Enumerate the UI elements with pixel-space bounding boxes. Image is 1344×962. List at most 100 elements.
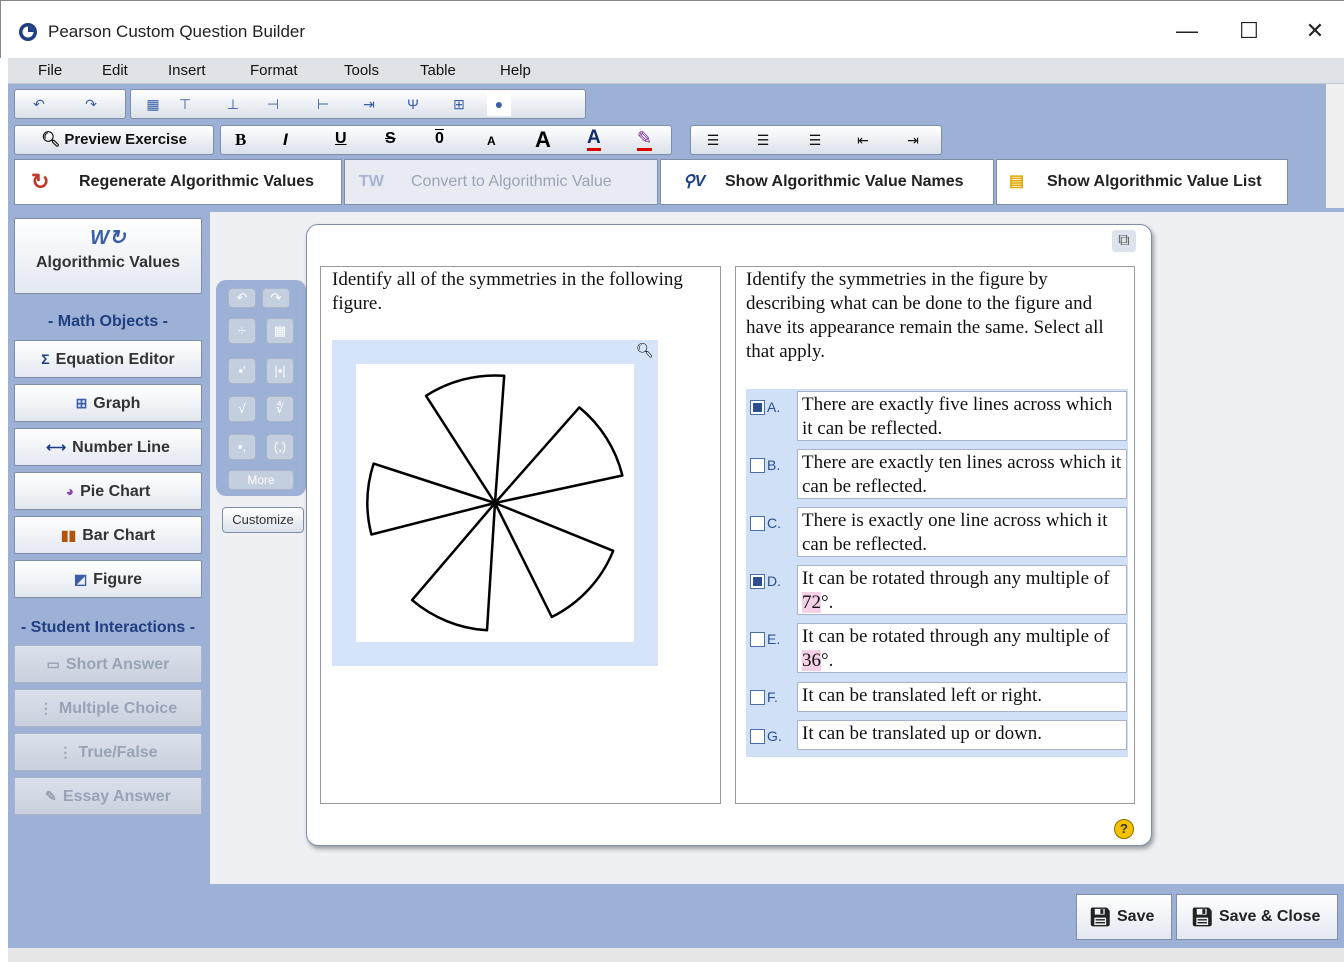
insert-table-icon[interactable]: ▦ xyxy=(141,92,165,116)
zoom-icon[interactable]: 🔍︎ xyxy=(636,342,654,359)
show-algorithmic-value-names-button[interactable]: ⚲V Show Algorithmic Value Names xyxy=(660,159,994,205)
equation-editor-button[interactable]: Σ Equation Editor xyxy=(14,340,202,378)
palette-redo-icon[interactable]: ↷ xyxy=(262,288,290,308)
font-larger-button[interactable]: A xyxy=(535,127,551,153)
table-properties-icon[interactable]: ⊞ xyxy=(447,92,471,116)
indent-icon[interactable]: ⇥ xyxy=(901,128,925,152)
toolbar-scrollbar[interactable] xyxy=(1326,84,1344,208)
choice-a-letter: A. xyxy=(767,399,781,415)
choice-g-text[interactable]: It can be translated up or down. xyxy=(797,720,1127,750)
nth-root-icon[interactable]: ∜ xyxy=(266,396,294,422)
minimize-button[interactable]: — xyxy=(1164,14,1210,48)
pie-chart-icon: ◕ xyxy=(65,483,75,499)
multiple-choice-label: Multiple Choice xyxy=(58,700,178,717)
number-line-button[interactable]: ⟷ Number Line xyxy=(14,428,202,466)
choice-e-checkbox[interactable] xyxy=(750,632,765,647)
menu-tools[interactable]: Tools xyxy=(344,62,379,79)
pie-chart-button[interactable]: ◕ Pie Chart xyxy=(14,472,202,510)
save-button[interactable]: 💾︎ Save xyxy=(1076,894,1172,940)
highlight-button[interactable]: ✎ xyxy=(637,128,653,151)
value-names-icon: ⚲V xyxy=(683,173,706,190)
choice-d-checkbox[interactable] xyxy=(750,574,765,589)
underline-button[interactable]: U xyxy=(335,130,347,148)
customize-button[interactable]: Customize xyxy=(222,507,304,533)
fraction-icon[interactable]: ÷ xyxy=(228,318,256,344)
value-list-icon: ▤ xyxy=(1009,173,1025,190)
absolute-value-icon[interactable]: |▪| xyxy=(266,358,294,384)
redo-icon[interactable]: ↷ xyxy=(79,92,103,116)
bar-chart-button[interactable]: ▮▮ Bar Chart xyxy=(14,516,202,554)
strikethrough-button[interactable]: S xyxy=(385,130,396,148)
algorithmic-values-label: Algorithmic Values xyxy=(35,254,181,271)
status-strip xyxy=(8,948,1344,962)
choice-f-checkbox[interactable] xyxy=(750,690,765,705)
menu-file[interactable]: File xyxy=(38,62,62,79)
convert-to-algorithmic-value-button[interactable]: TW Convert to Algorithmic Value xyxy=(344,159,658,205)
equation-editor-label: Equation Editor xyxy=(55,351,175,368)
square-root-icon[interactable]: √ xyxy=(228,396,256,422)
more-button[interactable]: More xyxy=(228,470,294,490)
close-button[interactable]: ✕ xyxy=(1292,14,1338,48)
insert-row-above-icon[interactable]: ⊤ xyxy=(173,92,197,116)
italic-button[interactable]: I xyxy=(283,130,288,150)
split-cell-icon[interactable]: Ψ xyxy=(401,92,425,116)
short-answer-button[interactable]: ▭ Short Answer xyxy=(14,645,202,683)
undo-icon[interactable]: ↶ xyxy=(27,92,51,116)
algorithmic-values-button[interactable]: W↻ Algorithmic Values xyxy=(14,218,202,294)
choice-c-text[interactable]: There is exactly one line across which i… xyxy=(797,507,1127,557)
ordered-pair-icon[interactable]: (,) xyxy=(266,434,294,460)
choice-b-text[interactable]: There are exactly ten lines across which… xyxy=(797,449,1127,499)
math-palette xyxy=(216,280,306,496)
figure-button[interactable]: ◩ Figure xyxy=(14,560,202,598)
choice-d-text[interactable]: It can be rotated through any multiple o… xyxy=(797,565,1127,615)
outdent-icon[interactable]: ⇤ xyxy=(851,128,875,152)
insert-row-below-icon[interactable]: ⊥ xyxy=(221,92,245,116)
preview-exercise-label: Preview Exercise xyxy=(64,131,187,148)
delete-column-icon[interactable]: ⇥ xyxy=(357,92,381,116)
choice-a-checkbox[interactable] xyxy=(750,400,765,415)
choice-f-text[interactable]: It can be translated left or right. xyxy=(797,682,1127,712)
essay-answer-button[interactable]: ✎ Essay Answer xyxy=(14,777,202,815)
overline-button[interactable]: 0 xyxy=(435,130,444,148)
preview-exercise-button[interactable]: 🔍︎ Preview Exercise xyxy=(14,125,214,155)
mixed-number-icon[interactable]: ▦ xyxy=(266,318,294,344)
align-right-icon[interactable]: ☰ xyxy=(803,128,827,152)
insert-column-left-icon[interactable]: ⊣ xyxy=(261,92,285,116)
font-color-button[interactable]: A xyxy=(587,128,601,151)
short-answer-label: Short Answer xyxy=(65,656,170,673)
graph-button[interactable]: ⊞ Graph xyxy=(14,384,202,422)
expand-icon[interactable]: ⧉ xyxy=(1112,230,1136,252)
insert-column-right-icon[interactable]: ⊢ xyxy=(311,92,335,116)
choice-b-checkbox[interactable] xyxy=(750,458,765,473)
choice-e-algorithmic-value: 36 xyxy=(802,650,821,671)
choice-g-checkbox[interactable] xyxy=(750,729,765,744)
short-answer-icon: ▭ xyxy=(46,656,60,672)
palette-undo-icon[interactable]: ↶ xyxy=(228,288,256,308)
help-icon[interactable]: ? xyxy=(1114,819,1134,839)
menu-format[interactable]: Format xyxy=(250,62,298,79)
menu-table[interactable]: Table xyxy=(420,62,456,79)
choice-e-text[interactable]: It can be rotated through any multiple o… xyxy=(797,623,1127,673)
align-left-icon[interactable]: ☰ xyxy=(701,128,725,152)
align-center-icon[interactable]: ☰ xyxy=(751,128,775,152)
show-algorithmic-value-list-button[interactable]: ▤ Show Algorithmic Value List xyxy=(996,159,1288,205)
multiple-choice-button[interactable]: ⋮ Multiple Choice xyxy=(14,689,202,727)
true-false-button[interactable]: ⋮ True/False xyxy=(14,733,202,771)
menu-help[interactable]: Help xyxy=(500,62,531,79)
app-icon xyxy=(19,23,37,41)
subscript-icon[interactable]: ▪, xyxy=(228,434,256,460)
exponent-icon[interactable]: ▪' xyxy=(228,358,256,384)
bold-button[interactable]: B xyxy=(235,130,246,150)
menu-insert[interactable]: Insert xyxy=(168,62,206,79)
choice-c-checkbox[interactable] xyxy=(750,516,765,531)
choice-d-algorithmic-value: 72 xyxy=(802,592,821,613)
save-and-close-button[interactable]: 💾︎ Save & Close xyxy=(1176,894,1338,940)
web-object-icon[interactable]: ● xyxy=(487,92,511,116)
menu-edit[interactable]: Edit xyxy=(102,62,128,79)
maximize-button[interactable]: ☐ xyxy=(1226,14,1272,48)
font-smaller-button[interactable]: A xyxy=(487,134,496,148)
essay-answer-icon: ✎ xyxy=(45,788,57,804)
regenerate-algorithmic-values-button[interactable]: ↻ Regenerate Algorithmic Values xyxy=(14,159,342,205)
choice-a-text[interactable]: There are exactly five lines across whic… xyxy=(797,391,1127,441)
pie-chart-label: Pie Chart xyxy=(80,483,151,500)
